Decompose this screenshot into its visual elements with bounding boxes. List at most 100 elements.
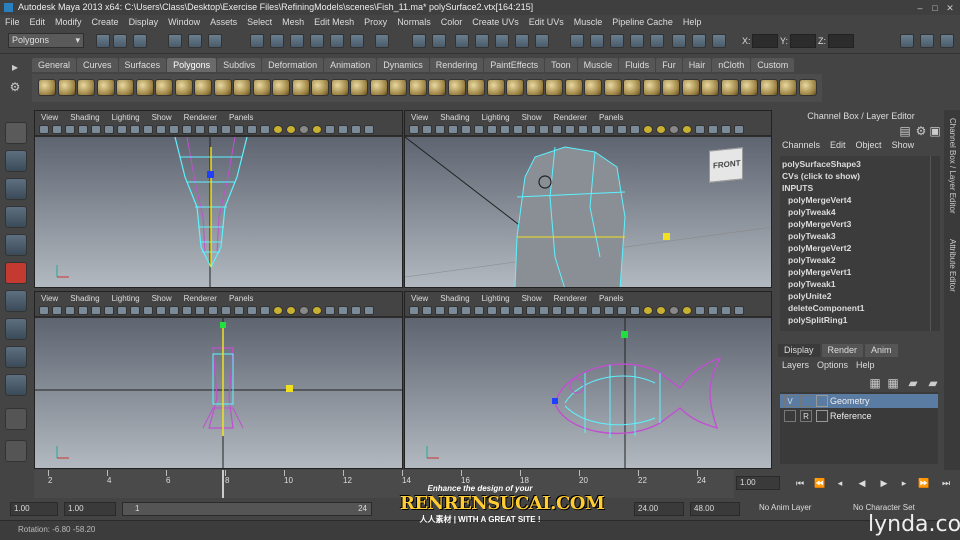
layer-option-icon-2[interactable]: ▰ [926, 376, 940, 390]
select-component-icon[interactable] [208, 34, 222, 48]
viewport-toolbar-icon[interactable] [338, 125, 348, 134]
shelf-tab-ncloth[interactable]: nCloth [712, 58, 751, 72]
viewport-toolbar-icon[interactable] [260, 306, 270, 315]
viewport-toolbar-icon[interactable] [721, 125, 731, 134]
shelf-tab-fur[interactable]: Fur [656, 58, 682, 72]
viewport-toolbar-icon[interactable] [221, 306, 231, 315]
viewport-toolbar-icon[interactable] [247, 125, 257, 134]
menu-display[interactable]: Display [124, 15, 164, 30]
save-scene-icon[interactable] [133, 34, 147, 48]
viewport-toolbar-icon[interactable] [169, 125, 179, 134]
viewport-toolbar-icon[interactable] [169, 306, 179, 315]
viewport-toolbar-icon[interactable] [247, 306, 257, 315]
layer-display-type-toggle[interactable]: R [800, 410, 812, 422]
viewport-toolbar-icon[interactable] [338, 306, 348, 315]
x-field[interactable] [752, 34, 778, 48]
viewport-toolbar-icon[interactable] [448, 125, 458, 134]
shelf-tool-icon[interactable] [720, 79, 739, 96]
viewport-toolbar-icon[interactable] [513, 125, 523, 134]
input-node[interactable]: polyTweak3 [788, 231, 836, 241]
viewport-toolbar-icon[interactable] [143, 125, 153, 134]
snap-plane-icon[interactable] [310, 34, 324, 48]
layout-icon-3[interactable] [630, 34, 644, 48]
viewport-toolbar-icon[interactable] [52, 306, 62, 315]
menu-pipeline-cache[interactable]: Pipeline Cache [607, 15, 678, 30]
shelf-tool-icon[interactable] [486, 79, 505, 96]
shelf-tab-hair[interactable]: Hair [682, 58, 712, 72]
play-backwards-icon[interactable]: ◀ [856, 477, 868, 490]
viewport-toolbar-icon[interactable] [669, 306, 679, 315]
shelf-tool-icon[interactable] [77, 79, 95, 96]
viewport-bottom-right[interactable]: View Shading Lighting Show Renderer Panels [404, 291, 772, 469]
viewport-toolbar-icon[interactable] [539, 125, 549, 134]
menu-modify[interactable]: Modify [50, 15, 87, 30]
viewport-toolbar-icon[interactable] [565, 125, 575, 134]
viewport-toolbar-icon[interactable] [695, 306, 705, 315]
menu-edit-uvs[interactable]: Edit UVs [524, 15, 569, 30]
viewport-toolbar-icon[interactable] [487, 125, 497, 134]
show-manipulator-icon[interactable] [5, 346, 27, 368]
side-tab-channel-box[interactable]: Channel Box / Layer Editor [944, 116, 960, 216]
shelf-tool-icon[interactable] [233, 79, 251, 96]
menu-muscle[interactable]: Muscle [569, 15, 608, 30]
step-back-frame-icon[interactable]: ◂ [834, 477, 846, 490]
viewport-toolbar-icon[interactable] [221, 125, 231, 134]
shelf-tool-icon[interactable] [701, 79, 719, 96]
viewport-toolbar-icon[interactable] [234, 306, 244, 315]
render-view-icon[interactable] [535, 34, 549, 48]
menu-select[interactable]: Select [242, 15, 277, 30]
layout-icon-7[interactable] [712, 34, 726, 48]
go-to-end-icon[interactable]: ⏭ [940, 477, 952, 490]
shelf-tab-fluids[interactable]: Fluids [619, 58, 656, 72]
viewport-toolbar-icon[interactable] [539, 306, 549, 315]
shelf-tool-icon[interactable] [584, 79, 602, 96]
cb-menu-object[interactable]: Object [852, 140, 886, 150]
viewport-toolbar-icon[interactable] [435, 306, 445, 315]
shelf-tool-icon[interactable] [252, 79, 271, 96]
step-back-key-icon[interactable]: ⏪ [814, 477, 826, 490]
viewport-toolbar-icon[interactable] [565, 306, 575, 315]
ipr-render-icon[interactable] [475, 34, 489, 48]
layout-icon-4[interactable] [650, 34, 664, 48]
viewport-toolbar-icon[interactable] [461, 125, 471, 134]
playback-start-field[interactable]: 1.00 [64, 502, 116, 516]
viewport-toolbar-icon[interactable] [682, 306, 692, 315]
go-to-start-icon[interactable]: ⏮ [794, 477, 806, 490]
layer-tab-render[interactable]: Render [821, 344, 864, 357]
viewport-toolbar-icon[interactable] [643, 306, 653, 315]
input-node[interactable]: polyMergeVert2 [788, 243, 851, 253]
layer-tab-anim[interactable]: Anim [865, 344, 898, 357]
shelf-tab-dynamics[interactable]: Dynamics [377, 58, 429, 72]
layer-menu-help[interactable]: Help [852, 360, 879, 370]
viewport-top-left[interactable]: View Shading Lighting Show Renderer Panels [34, 110, 403, 288]
viewport-toolbar-icon[interactable] [721, 306, 731, 315]
rotate-tool-icon[interactable] [5, 234, 27, 256]
viewport-toolbar-icon[interactable] [513, 306, 523, 315]
viewport-toolbar-icon[interactable] [422, 125, 432, 134]
layout-icon-6[interactable] [692, 34, 706, 48]
shelf-tool-icon[interactable] [174, 79, 193, 96]
shelf-gear-icon[interactable]: ⚙ [8, 80, 22, 94]
shelf-tool-icon[interactable] [428, 79, 446, 96]
select-tool-icon[interactable] [5, 122, 27, 144]
viewport-toolbar-icon[interactable] [630, 125, 640, 134]
time-slider-playhead[interactable] [222, 470, 224, 498]
viewport-toolbar-icon[interactable] [299, 306, 309, 315]
cb-menu-show[interactable]: Show [888, 140, 919, 150]
viewport-toolbar-icon[interactable] [260, 125, 270, 134]
viewport-toolbar-icon[interactable] [500, 125, 510, 134]
viewcube[interactable]: FRONT [709, 147, 743, 183]
viewport-toolbar-icon[interactable] [552, 306, 562, 315]
viewport-toolbar-icon[interactable] [591, 306, 601, 315]
menu-create-uvs[interactable]: Create UVs [467, 15, 524, 30]
viewport-toolbar-icon[interactable] [117, 125, 127, 134]
viewport-toolbar-icon[interactable] [156, 306, 166, 315]
viewport-toolbar-icon[interactable] [351, 125, 361, 134]
single-pane-layout-icon[interactable] [5, 408, 27, 430]
maximize-button[interactable]: □ [929, 2, 941, 14]
channel-box-icon-2[interactable]: ⚙ [914, 124, 928, 138]
input-node[interactable]: polyUnite2 [788, 291, 831, 301]
playback-end-field[interactable]: 24.00 [634, 502, 684, 516]
viewport-toolbar-icon[interactable] [656, 125, 666, 134]
step-forward-key-icon[interactable]: ⏩ [918, 477, 930, 490]
